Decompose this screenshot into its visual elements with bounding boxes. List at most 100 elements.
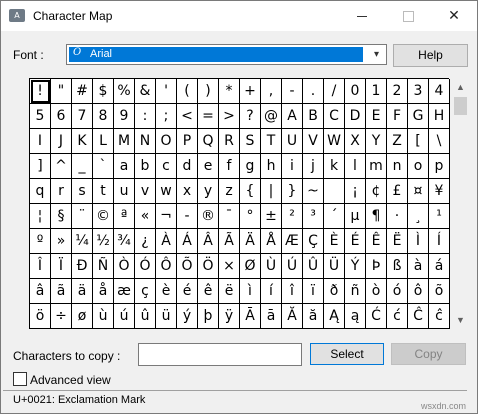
- advanced-view-checkbox[interactable]: [13, 372, 27, 386]
- character-cell[interactable]: ®: [198, 204, 219, 229]
- character-cell[interactable]: º: [30, 229, 51, 254]
- character-cell[interactable]: ú: [114, 304, 135, 329]
- character-cell[interactable]: Ô: [156, 254, 177, 279]
- character-cell[interactable]: .: [303, 79, 324, 104]
- character-cell[interactable]: V: [303, 129, 324, 154]
- character-cell[interactable]: q: [30, 179, 51, 204]
- character-cell[interactable]: Á: [177, 229, 198, 254]
- character-cell[interactable]: Ï: [51, 254, 72, 279]
- character-cell[interactable]: á: [429, 254, 450, 279]
- character-cell[interactable]: 4: [429, 79, 450, 104]
- character-cell[interactable]: £: [387, 179, 408, 204]
- character-cell[interactable]: >: [219, 104, 240, 129]
- character-cell[interactable]: ü: [156, 304, 177, 329]
- character-cell[interactable]: Í: [429, 229, 450, 254]
- character-cell[interactable]: }: [282, 179, 303, 204]
- character-cell[interactable]: 7: [72, 104, 93, 129]
- character-cell[interactable]: +: [240, 79, 261, 104]
- character-cell[interactable]: P: [177, 129, 198, 154]
- character-cell[interactable]: r: [51, 179, 72, 204]
- character-cell[interactable]: ą: [345, 304, 366, 329]
- grid-scrollbar[interactable]: ▲ ▼: [452, 78, 469, 328]
- font-select[interactable]: O Arial ▾: [66, 44, 387, 65]
- character-cell[interactable]: ª: [114, 204, 135, 229]
- advanced-view-label[interactable]: Advanced view: [30, 373, 111, 387]
- character-cell[interactable]: $: [93, 79, 114, 104]
- character-cell[interactable]: ă: [303, 304, 324, 329]
- character-cell[interactable]: 2: [387, 79, 408, 104]
- character-cell[interactable]: {: [240, 179, 261, 204]
- character-cell[interactable]: ô: [408, 279, 429, 304]
- character-cell[interactable]: ": [51, 79, 72, 104]
- character-cell[interactable]: ¥: [429, 179, 450, 204]
- character-cell[interactable]: Ă: [282, 304, 303, 329]
- help-button[interactable]: Help: [393, 44, 468, 67]
- character-cell[interactable]: ·: [387, 204, 408, 229]
- character-cell[interactable]: Æ: [282, 229, 303, 254]
- character-cell[interactable]: X: [345, 129, 366, 154]
- character-cell[interactable]: 1: [366, 79, 387, 104]
- character-cell[interactable]: ´: [324, 204, 345, 229]
- character-cell[interactable]: e: [198, 154, 219, 179]
- character-cell[interactable]: f: [219, 154, 240, 179]
- character-cell[interactable]: ¾: [114, 229, 135, 254]
- character-cell[interactable]: ²: [282, 204, 303, 229]
- character-cell[interactable]: û: [135, 304, 156, 329]
- character-cell[interactable]: ø: [72, 304, 93, 329]
- character-cell[interactable]: í: [261, 279, 282, 304]
- chevron-down-icon[interactable]: ▾: [367, 45, 386, 64]
- character-cell[interactable]: Ç: [303, 229, 324, 254]
- character-cell[interactable]: 8: [93, 104, 114, 129]
- character-cell[interactable]: µ: [345, 204, 366, 229]
- character-cell[interactable]: ¦: [30, 204, 51, 229]
- character-cell[interactable]: ý: [177, 304, 198, 329]
- character-cell[interactable]: !: [30, 79, 51, 104]
- character-cell[interactable]: o: [408, 154, 429, 179]
- character-cell[interactable]: À: [156, 229, 177, 254]
- character-cell[interactable]: ß: [387, 254, 408, 279]
- character-cell[interactable]: -: [177, 204, 198, 229]
- characters-to-copy-input[interactable]: [138, 343, 302, 366]
- character-cell[interactable]: ¸: [408, 204, 429, 229]
- character-cell[interactable]: 0: [345, 79, 366, 104]
- character-cell[interactable]: a: [114, 154, 135, 179]
- character-cell[interactable]: Â: [198, 229, 219, 254]
- character-cell[interactable]: N: [135, 129, 156, 154]
- character-cell[interactable]: Q: [198, 129, 219, 154]
- character-cell[interactable]: Ý: [345, 254, 366, 279]
- character-cell[interactable]: #: [72, 79, 93, 104]
- character-cell[interactable]: ~: [303, 179, 324, 204]
- character-cell[interactable]: Ã: [219, 229, 240, 254]
- scroll-down-icon[interactable]: ▼: [452, 311, 469, 328]
- character-cell[interactable]: C: [324, 104, 345, 129]
- character-cell[interactable]: Ë: [387, 229, 408, 254]
- character-cell[interactable]: Ö: [198, 254, 219, 279]
- character-cell[interactable]: Ä: [240, 229, 261, 254]
- character-cell[interactable]: °: [240, 204, 261, 229]
- maximize-button[interactable]: [385, 1, 431, 31]
- character-cell[interactable]: È: [324, 229, 345, 254]
- character-cell[interactable]: 3: [408, 79, 429, 104]
- character-cell[interactable]: Ó: [135, 254, 156, 279]
- character-cell[interactable]: Ð: [72, 254, 93, 279]
- character-cell[interactable]: p: [429, 154, 450, 179]
- character-cell[interactable]: Ù: [261, 254, 282, 279]
- character-cell[interactable]: ç: [135, 279, 156, 304]
- character-cell[interactable]: ö: [30, 304, 51, 329]
- character-cell[interactable]: é: [177, 279, 198, 304]
- character-cell[interactable]: /: [324, 79, 345, 104]
- character-cell[interactable]: ó: [387, 279, 408, 304]
- character-cell[interactable]: ¤: [408, 179, 429, 204]
- select-button[interactable]: Select: [310, 343, 384, 365]
- character-cell[interactable]: æ: [114, 279, 135, 304]
- character-cell[interactable]: ©: [93, 204, 114, 229]
- character-cell[interactable]: ^: [51, 154, 72, 179]
- character-cell[interactable]: n: [387, 154, 408, 179]
- character-cell[interactable]: â: [30, 279, 51, 304]
- character-cell[interactable]: ×: [219, 254, 240, 279]
- character-cell[interactable]: ): [198, 79, 219, 104]
- character-cell[interactable]: W: [324, 129, 345, 154]
- character-cell[interactable]: ù: [93, 304, 114, 329]
- character-cell[interactable]: »: [51, 229, 72, 254]
- character-cell[interactable]: Ĉ: [408, 304, 429, 329]
